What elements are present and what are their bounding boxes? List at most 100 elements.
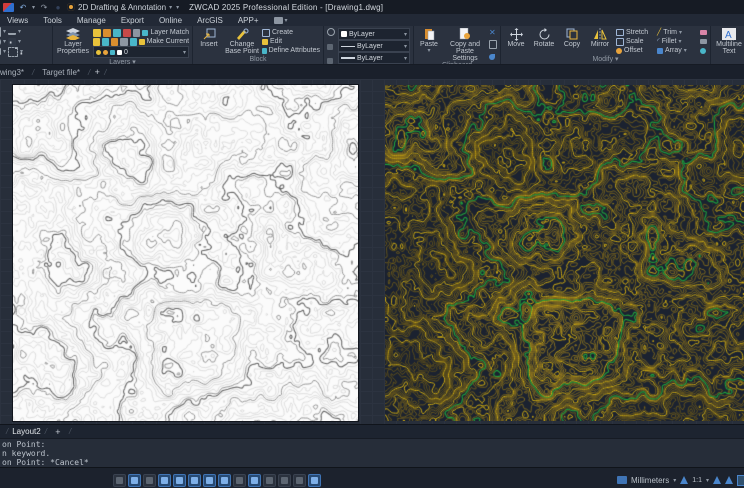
layer-off-icon[interactable] — [123, 29, 131, 37]
undo-icon[interactable]: ↶ — [18, 2, 28, 12]
join-button[interactable] — [700, 46, 707, 55]
copy-clip-button[interactable] — [489, 40, 497, 49]
hatch-tool-caret-icon[interactable]: ▾ — [18, 38, 21, 45]
units-value[interactable]: Millimeters — [631, 476, 669, 485]
tab-online[interactable]: Online — [159, 16, 182, 25]
change-base-point-button[interactable]: Change Base Point — [225, 27, 259, 56]
polar-toggle-icon[interactable] — [158, 474, 171, 487]
rectangle-tool-caret-icon[interactable]: ▾ — [3, 28, 6, 35]
units-caret-icon[interactable]: ▾ — [673, 477, 676, 484]
rotate-button[interactable]: Rotate — [531, 27, 557, 56]
redo-icon[interactable]: ↷ — [39, 2, 49, 12]
paste-button[interactable]: Paste ▾ — [417, 27, 441, 62]
interface-options-caret-icon[interactable]: ▾ — [285, 17, 288, 24]
auto-annotation-icon[interactable] — [713, 476, 721, 484]
layout-tab-layout2[interactable]: Layout2 — [12, 427, 40, 436]
layer-walk-icon[interactable] — [120, 38, 127, 46]
tab-export[interactable]: Export — [121, 16, 144, 25]
ducs-toggle-icon[interactable] — [203, 474, 216, 487]
contour-map-light-canvas[interactable] — [13, 85, 358, 421]
viewport-left[interactable] — [13, 85, 358, 421]
mirror-button[interactable]: Mirror — [587, 27, 613, 56]
new-layout-button[interactable]: + — [51, 427, 65, 437]
multiline-text-button[interactable]: A Multiline Text — [714, 27, 744, 56]
interface-options-icon[interactable] — [274, 17, 283, 24]
dyn-toggle-icon[interactable] — [218, 474, 231, 487]
insert-button[interactable]: Insert — [196, 27, 222, 56]
create-block-button[interactable]: Create — [262, 28, 320, 37]
tab-views[interactable]: Views — [7, 16, 28, 25]
erase-button[interactable] — [700, 28, 707, 37]
color-combo[interactable]: ByLayer ▾ — [338, 28, 410, 40]
lineweight-list-icon[interactable] — [327, 58, 333, 64]
new-document-tab-button[interactable]: + — [90, 67, 104, 77]
drawing-workspace[interactable] — [0, 79, 744, 424]
explode-button[interactable] — [700, 37, 707, 46]
tab-arcgis[interactable]: ArcGIS — [197, 16, 223, 25]
viewport-right[interactable] — [385, 85, 744, 421]
block-panel-label[interactable]: Block — [196, 56, 320, 64]
make-current-button[interactable]: Make Current — [139, 37, 189, 46]
arc-tool-icon[interactable] — [8, 47, 18, 57]
offset-button[interactable]: Offset — [616, 46, 654, 55]
stretch-button[interactable]: Stretch — [616, 28, 654, 37]
layer-list-icon[interactable] — [133, 29, 141, 37]
annotation-scale-value[interactable]: 1:1 — [692, 477, 702, 484]
tab-tools[interactable]: Tools — [43, 16, 62, 25]
linetype-combo[interactable]: ByLayer ▾ — [338, 40, 410, 52]
polyline-tool-icon[interactable] — [8, 28, 16, 35]
quick-properties-toggle-icon[interactable] — [278, 474, 291, 487]
layer-lock-icon[interactable] — [113, 29, 121, 37]
layer-freeze-icon[interactable] — [103, 29, 111, 37]
circle-tool-icon[interactable] — [0, 37, 1, 47]
copy-button[interactable]: Copy — [560, 27, 584, 56]
hatch-tool-icon[interactable]: ⋱ — [8, 38, 16, 46]
workspace-toggle-icon[interactable] — [308, 474, 321, 487]
contour-map-dark-canvas[interactable] — [385, 85, 744, 421]
layer-thaw-icon[interactable] — [111, 38, 118, 46]
esnap-toggle-icon[interactable] — [173, 474, 186, 487]
layer-prev-icon[interactable] — [130, 38, 137, 46]
doc-tab-drawing3[interactable]: wing3* — [0, 65, 32, 79]
linetype-list-icon[interactable] — [327, 44, 333, 50]
arc-tool-caret-icon[interactable]: ▾ — [20, 48, 23, 55]
trim-button[interactable]: ╱Trim▾ — [657, 28, 697, 37]
layer-select-combo[interactable]: 0 ▾ — [93, 46, 189, 58]
edit-block-button[interactable]: Edit — [262, 37, 320, 46]
layer-unisolate-icon[interactable] — [102, 38, 109, 46]
modify-panel-label[interactable]: Modify ▾ — [504, 56, 707, 64]
workspace-switch-icon[interactable] — [737, 475, 744, 486]
array-button[interactable]: Array▾ — [657, 46, 697, 55]
define-attributes-button[interactable]: Define Attributes — [262, 46, 320, 55]
grid-toggle-icon[interactable] — [128, 474, 141, 487]
doc-tab-target-file[interactable]: Target file* — [34, 65, 88, 79]
qat-customize-icon[interactable]: ▾ — [176, 4, 179, 11]
undo-caret-icon[interactable]: ▾ — [32, 4, 35, 11]
tab-manage[interactable]: Manage — [77, 16, 106, 25]
layer-properties-button[interactable]: Layer Properties — [56, 27, 90, 59]
lineweight-combo[interactable]: ByLayer ▾ — [338, 52, 410, 64]
annotation-visibility-icon[interactable] — [680, 476, 688, 484]
cut-button[interactable]: ✕ — [489, 28, 497, 37]
command-line[interactable]: on Point: n keyword. on Point: *Cancel* — [0, 438, 744, 467]
ortho-toggle-icon[interactable] — [143, 474, 156, 487]
isolate-toggle-icon[interactable] — [293, 474, 306, 487]
record-icon[interactable]: ● — [53, 2, 63, 12]
snap-toggle-icon[interactable] — [113, 474, 126, 487]
rectangle-tool-icon[interactable] — [0, 27, 1, 37]
annotation-scale-sync-icon[interactable] — [725, 476, 733, 484]
app-logo-icon[interactable] — [3, 3, 14, 12]
cycle-toggle-icon[interactable] — [263, 474, 276, 487]
tab-app-plus[interactable]: APP+ — [238, 16, 259, 25]
format-painter-button[interactable] — [489, 52, 497, 61]
region-tool-icon[interactable] — [0, 48, 1, 55]
polyline-tool-caret-icon[interactable]: ▾ — [18, 28, 21, 35]
copy-paste-settings-button[interactable]: Copy and Paste Settings — [444, 27, 486, 62]
circle-tool-caret-icon[interactable]: ▾ — [3, 38, 6, 45]
annotation-scale-caret-icon[interactable]: ▾ — [706, 477, 709, 484]
region-tool-caret-icon[interactable]: ▾ — [3, 48, 6, 55]
scale-button[interactable]: Scale — [616, 37, 654, 46]
layer-isolate-icon[interactable] — [93, 38, 100, 46]
annotation-panel-label[interactable]: Annotation ▾ — [714, 56, 744, 64]
lwt-toggle-icon[interactable] — [233, 474, 246, 487]
